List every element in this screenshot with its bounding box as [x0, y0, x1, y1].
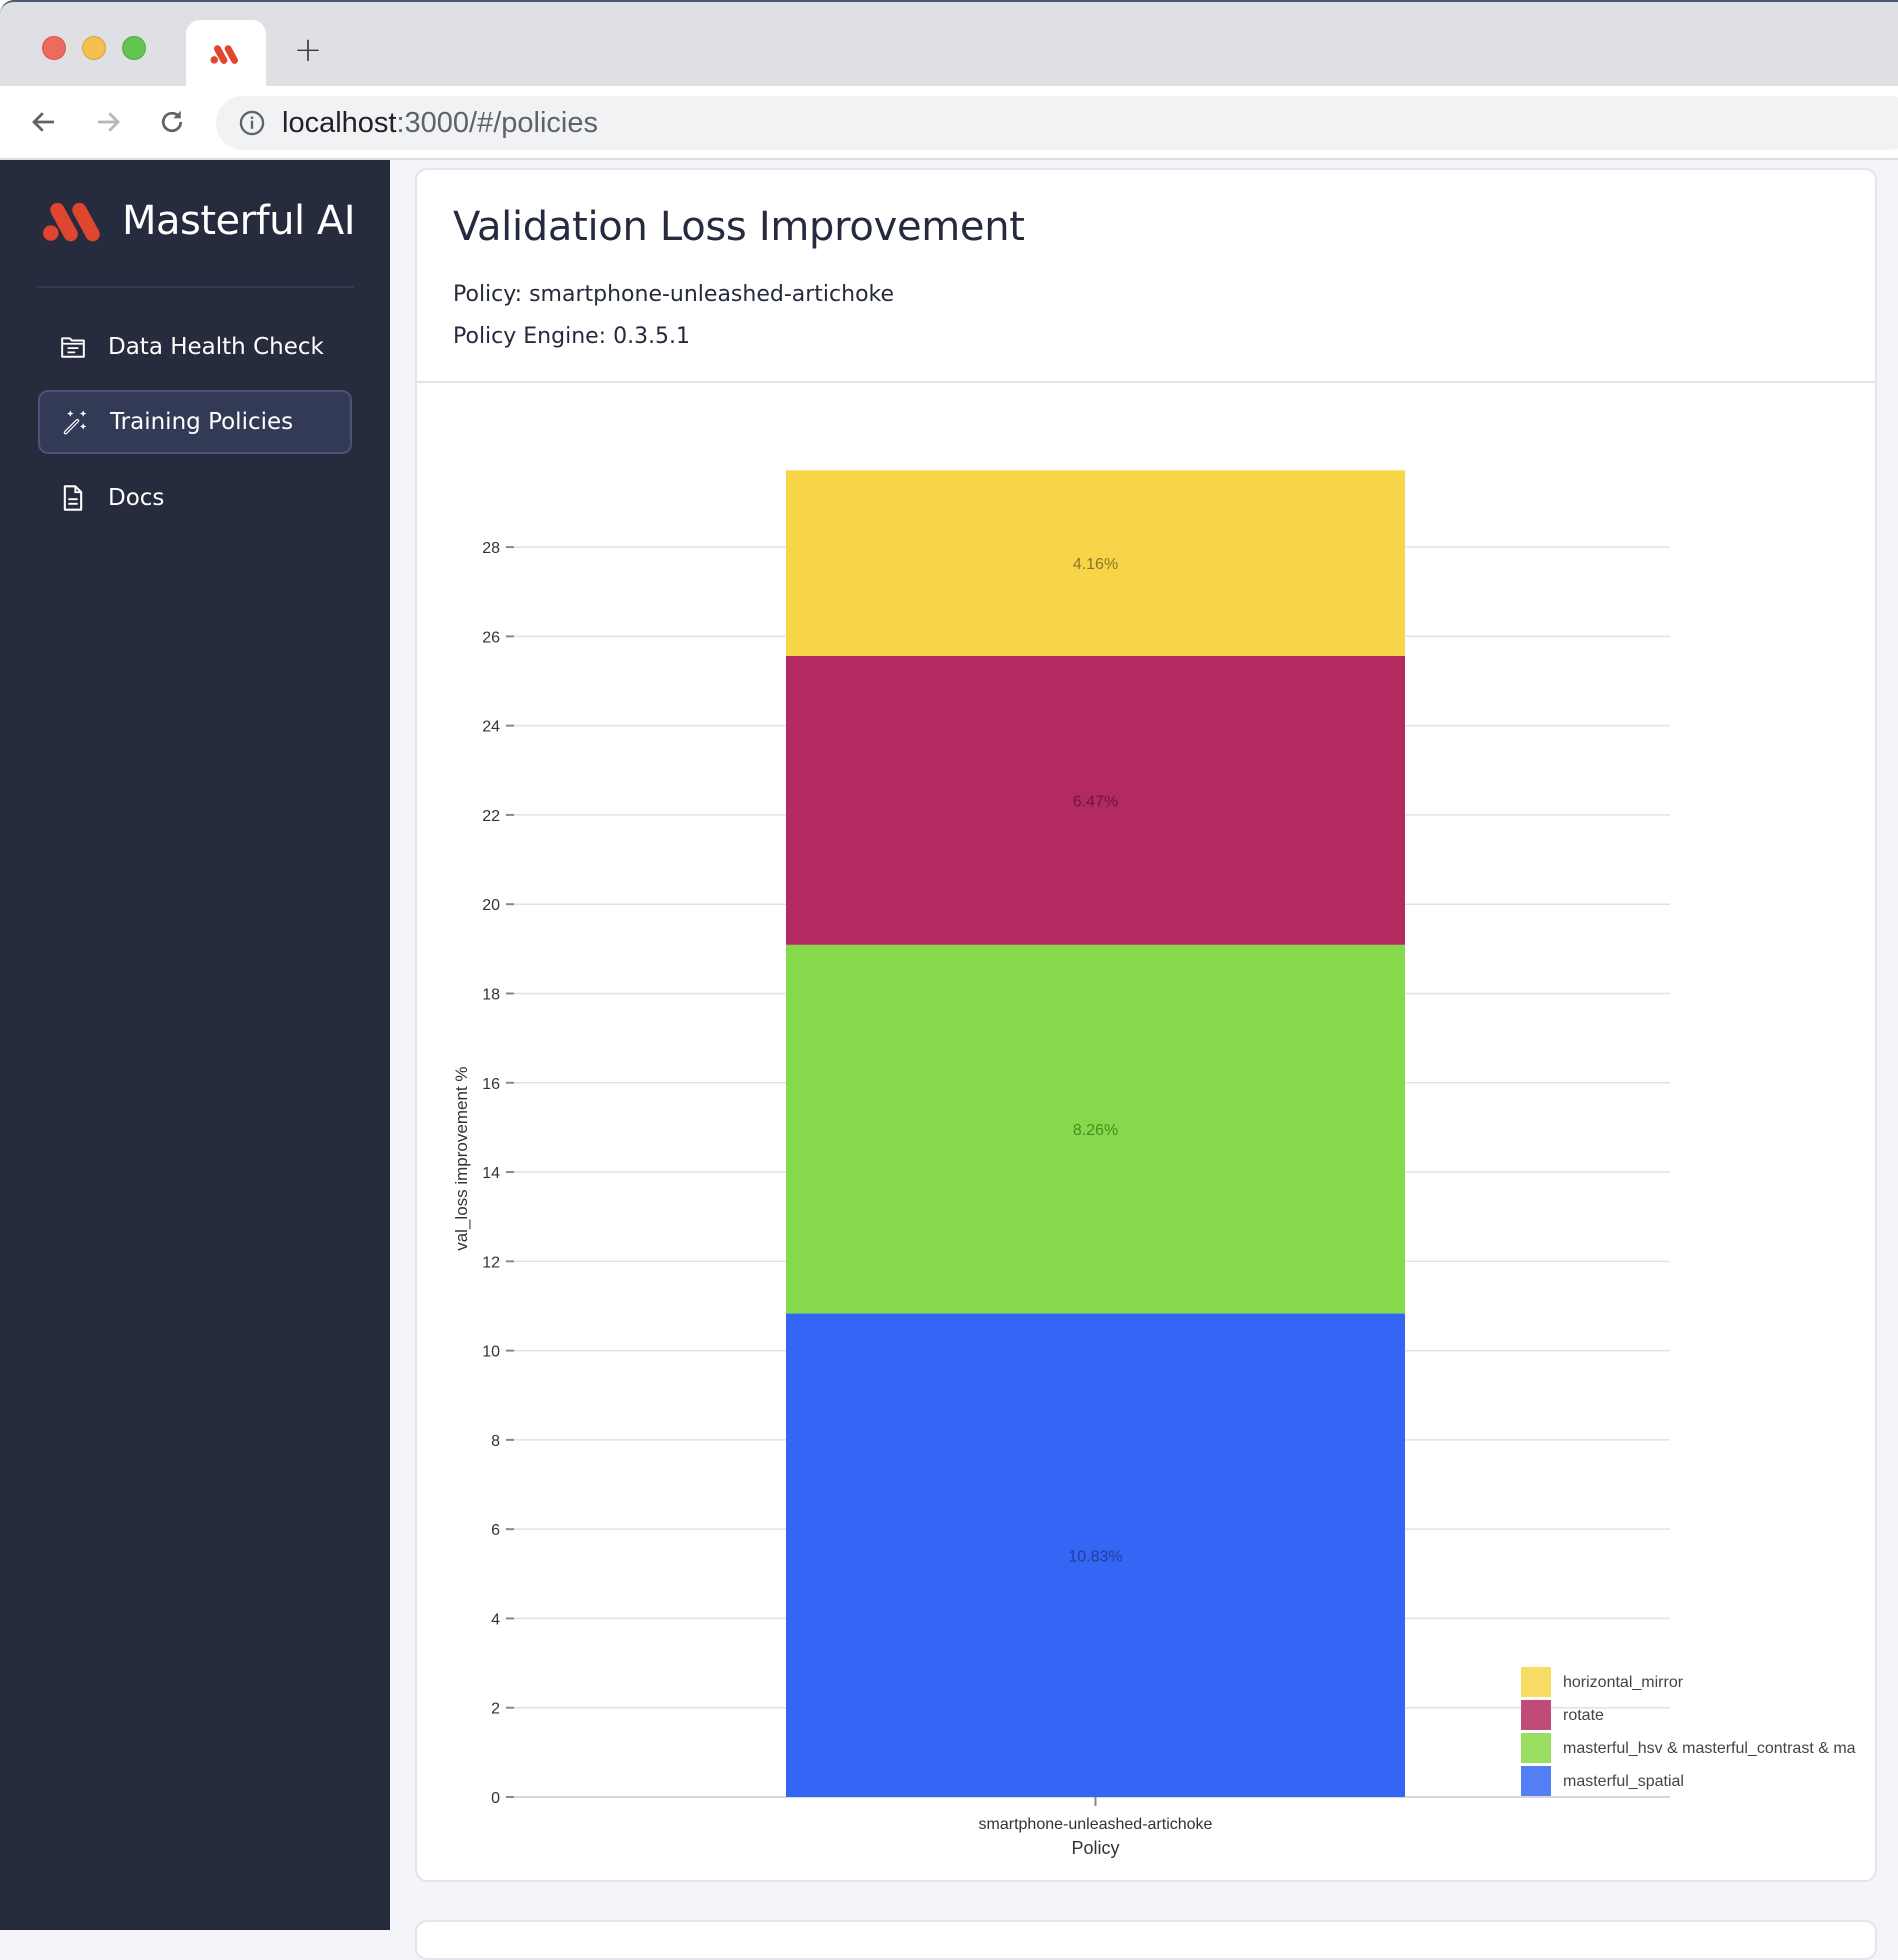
sidebar-item-label: Docs: [108, 485, 165, 511]
legend-item[interactable]: masterful_spatial: [1521, 1766, 1684, 1796]
bar-data-label: 4.16%: [1073, 556, 1118, 573]
sidebar-item-docs[interactable]: Docs: [38, 466, 352, 530]
y-tick-label: 28: [482, 540, 500, 557]
brand[interactable]: Masterful AI: [42, 198, 356, 244]
folder-icon: [58, 332, 88, 362]
y-tick-label: 0: [491, 1790, 500, 1807]
y-tick-label: 16: [482, 1076, 500, 1093]
y-tick-label: 8: [491, 1433, 500, 1450]
y-tick-label: 10: [482, 1344, 500, 1361]
brand-name: Masterful AI: [122, 198, 356, 244]
legend-item[interactable]: masterful_hsv & masterful_contrast & ma: [1521, 1733, 1856, 1763]
bar-data-label: 6.47%: [1073, 793, 1118, 810]
reload-button[interactable]: [154, 104, 190, 140]
sidebar-item-data-health-check[interactable]: Data Health Check: [38, 315, 352, 379]
sidebar-item-label: Training Policies: [110, 409, 294, 435]
close-window-button[interactable]: [42, 36, 66, 60]
legend-item[interactable]: rotate: [1521, 1700, 1604, 1730]
sidebar-item-training-policies[interactable]: Training Policies: [38, 390, 352, 454]
url-text[interactable]: localhost:3000/#/policies: [282, 107, 598, 140]
legend: horizontal_mirrorrotate masterful_hsv & m…: [1521, 1667, 1856, 1796]
document-icon: [58, 483, 88, 513]
bar-data-label: 8.26%: [1073, 1122, 1118, 1139]
sidebar-divider: [36, 286, 354, 288]
y-tick-label: 18: [482, 986, 500, 1003]
next-card: [415, 1920, 1877, 1960]
x-tick-label: smartphone-unleashed-artichoke: [979, 1816, 1213, 1833]
browser-tab-active[interactable]: [186, 20, 266, 88]
browser-chrome: + localhost:3000/#/policies: [0, 0, 1898, 160]
maximize-window-button[interactable]: [122, 36, 146, 60]
policy-engine-version: Policy Engine: 0.3.5.1: [453, 324, 691, 349]
legend-label: rotate: [1563, 1707, 1604, 1724]
legend-swatch: [1521, 1700, 1551, 1730]
url-host: localhost: [282, 106, 397, 139]
stacked-bar-chart: 0246810121416182022242628val_loss improv…: [452, 470, 1856, 1858]
policy-name: Policy: smartphone-unleashed-artichoke: [453, 282, 895, 307]
tab-strip: +: [0, 0, 1898, 88]
y-tick-label: 12: [482, 1254, 500, 1271]
forward-button[interactable]: [90, 104, 126, 140]
y-tick-label: 6: [491, 1522, 500, 1539]
reload-icon: [161, 110, 183, 133]
masterful-logo-icon: [43, 202, 100, 242]
legend-swatch: [1521, 1733, 1551, 1763]
browser-toolbar: localhost:3000/#/policies: [0, 86, 1898, 160]
sidebar-item-label: Data Health Check: [108, 334, 324, 360]
y-tick-label: 22: [482, 808, 500, 825]
card-header: Validation Loss Improvement Policy: smar…: [417, 170, 1875, 383]
y-axis: 0246810121416182022242628val_loss improv…: [452, 540, 514, 1807]
arrow-right-icon: [98, 112, 120, 132]
y-tick-label: 2: [491, 1701, 500, 1718]
legend-label: horizontal_mirror: [1563, 1674, 1684, 1691]
y-axis-title: val_loss improvement %: [452, 1067, 471, 1251]
card-title: Validation Loss Improvement: [453, 204, 1025, 250]
new-tab-button[interactable]: +: [290, 30, 326, 70]
arrow-left-icon: [32, 112, 54, 132]
url-path: :3000/#/policies: [396, 106, 598, 139]
magic-wand-icon: [60, 407, 90, 437]
sidebar: Masterful AI Data Health Check Training …: [0, 160, 390, 1930]
bars: 10.83% 8.26% 6.47% 4.16%: [786, 470, 1405, 1797]
address-bar[interactable]: localhost:3000/#/policies: [216, 96, 1898, 150]
x-axis: smartphone-unleashed-artichoke Policy: [979, 1797, 1213, 1858]
legend-item[interactable]: horizontal_mirror: [1521, 1667, 1684, 1697]
legend-label: masterful_hsv & masterful_contrast & ma: [1563, 1740, 1856, 1757]
y-tick-label: 14: [482, 1165, 500, 1182]
validation-loss-card: Validation Loss Improvement Policy: smar…: [415, 168, 1877, 1882]
bar-data-label: 10.83%: [1068, 1548, 1122, 1565]
legend-swatch: [1521, 1667, 1551, 1697]
legend-label: masterful_spatial: [1563, 1773, 1684, 1790]
y-tick-label: 26: [482, 629, 500, 646]
minimize-window-button[interactable]: [82, 36, 106, 60]
legend-swatch: [1521, 1766, 1551, 1796]
masterful-logo-icon: [210, 45, 238, 64]
y-tick-label: 4: [491, 1611, 500, 1628]
back-button[interactable]: [26, 104, 62, 140]
info-icon: [239, 110, 265, 136]
y-tick-label: 24: [482, 719, 500, 736]
y-tick-label: 20: [482, 897, 500, 914]
x-axis-title: Policy: [1071, 1838, 1119, 1858]
